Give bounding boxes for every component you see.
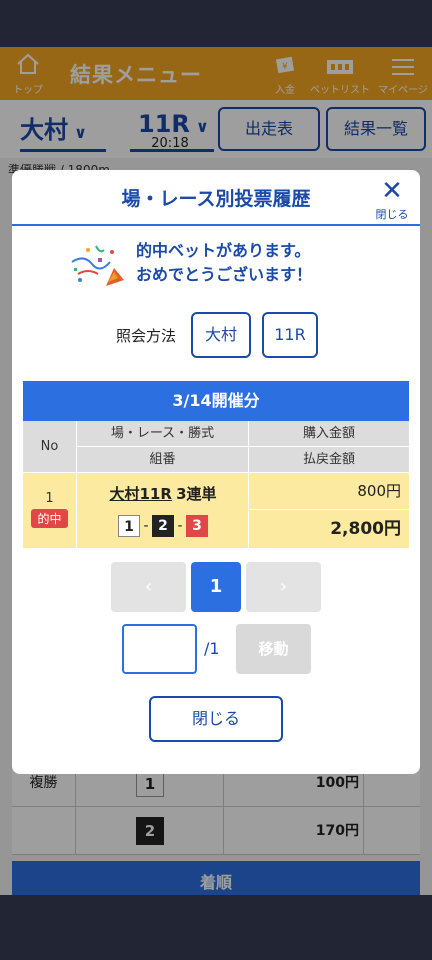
navigation-bar [0,895,432,960]
prev-page-button[interactable]: ‹ [111,562,186,612]
combo-numbers: 1-2-3 [77,515,249,537]
lookup-method: 照会方法 大村 11R [12,312,420,358]
combo-boat-1: 1 [118,515,140,537]
close-button[interactable]: 閉じる [149,696,283,742]
chevron-right-icon: › [279,576,288,597]
page-total: /1 [204,639,220,658]
bet-history-table: 3/14開催分 No 場・レース・勝式 購入金額 組番 払戻金額 1 的中 大村… [23,381,409,549]
move-button[interactable]: 移動 [236,624,311,674]
payout-amount: 2,800円 [249,510,409,549]
congrats-line-2: おめでとうございます！ [136,265,313,284]
page-1-button[interactable]: 1 [191,562,241,612]
congrats-message: 的中ベットがあります。 おめでとうございます！ [68,236,388,292]
page-jump: /1 移動 [12,624,420,674]
bet-type: 3連単 [176,485,217,503]
pagination: ‹ 1 › [12,562,420,612]
close-icon-label: 閉じる [375,208,409,221]
modal-title: 場・レース別投票履歴 [121,188,311,210]
col-payout-header: 払戻金額 [249,447,409,473]
lookup-label: 照会方法 [116,327,177,345]
status-bar [0,0,432,47]
date-header: 3/14開催分 [23,381,409,421]
next-page-button[interactable]: › [246,562,321,612]
close-icon: ✕ [381,176,403,206]
col-combo-header: 組番 [77,447,249,473]
col-bet-amount-header: 購入金額 [249,421,409,447]
combo-boat-3: 3 [186,515,208,537]
hit-badge: 的中 [31,509,68,528]
table-row-race: 大村11R 3連単 1-2-3 [77,473,249,549]
page-number-input[interactable] [122,624,197,674]
bet-history-modal: 場・レース別投票履歴 ✕ 閉じる 的中ベットがあります。 おめでとうございます！… [12,170,420,774]
bet-amount: 800円 [249,473,409,510]
table-row-no: 1 的中 [23,473,77,549]
race-link[interactable]: 大村11R [109,485,171,503]
modal-close-icon-button[interactable]: ✕ 閉じる [372,178,412,222]
race-link-text: 大村11R [109,485,172,503]
party-popper-icon [71,245,124,286]
lookup-venue-button[interactable]: 大村 [191,312,251,358]
col-race-type-header: 場・レース・勝式 [77,421,249,447]
chevron-left-icon: ‹ [144,576,153,597]
modal-header: 場・レース別投票履歴 ✕ 閉じる [12,170,420,226]
row-number: 1 [45,491,54,506]
col-no-header: No [23,421,77,473]
congrats-line-1: 的中ベットがあります。 [136,241,311,260]
combo-boat-2: 2 [152,515,174,537]
lookup-race-button[interactable]: 11R [262,312,318,358]
